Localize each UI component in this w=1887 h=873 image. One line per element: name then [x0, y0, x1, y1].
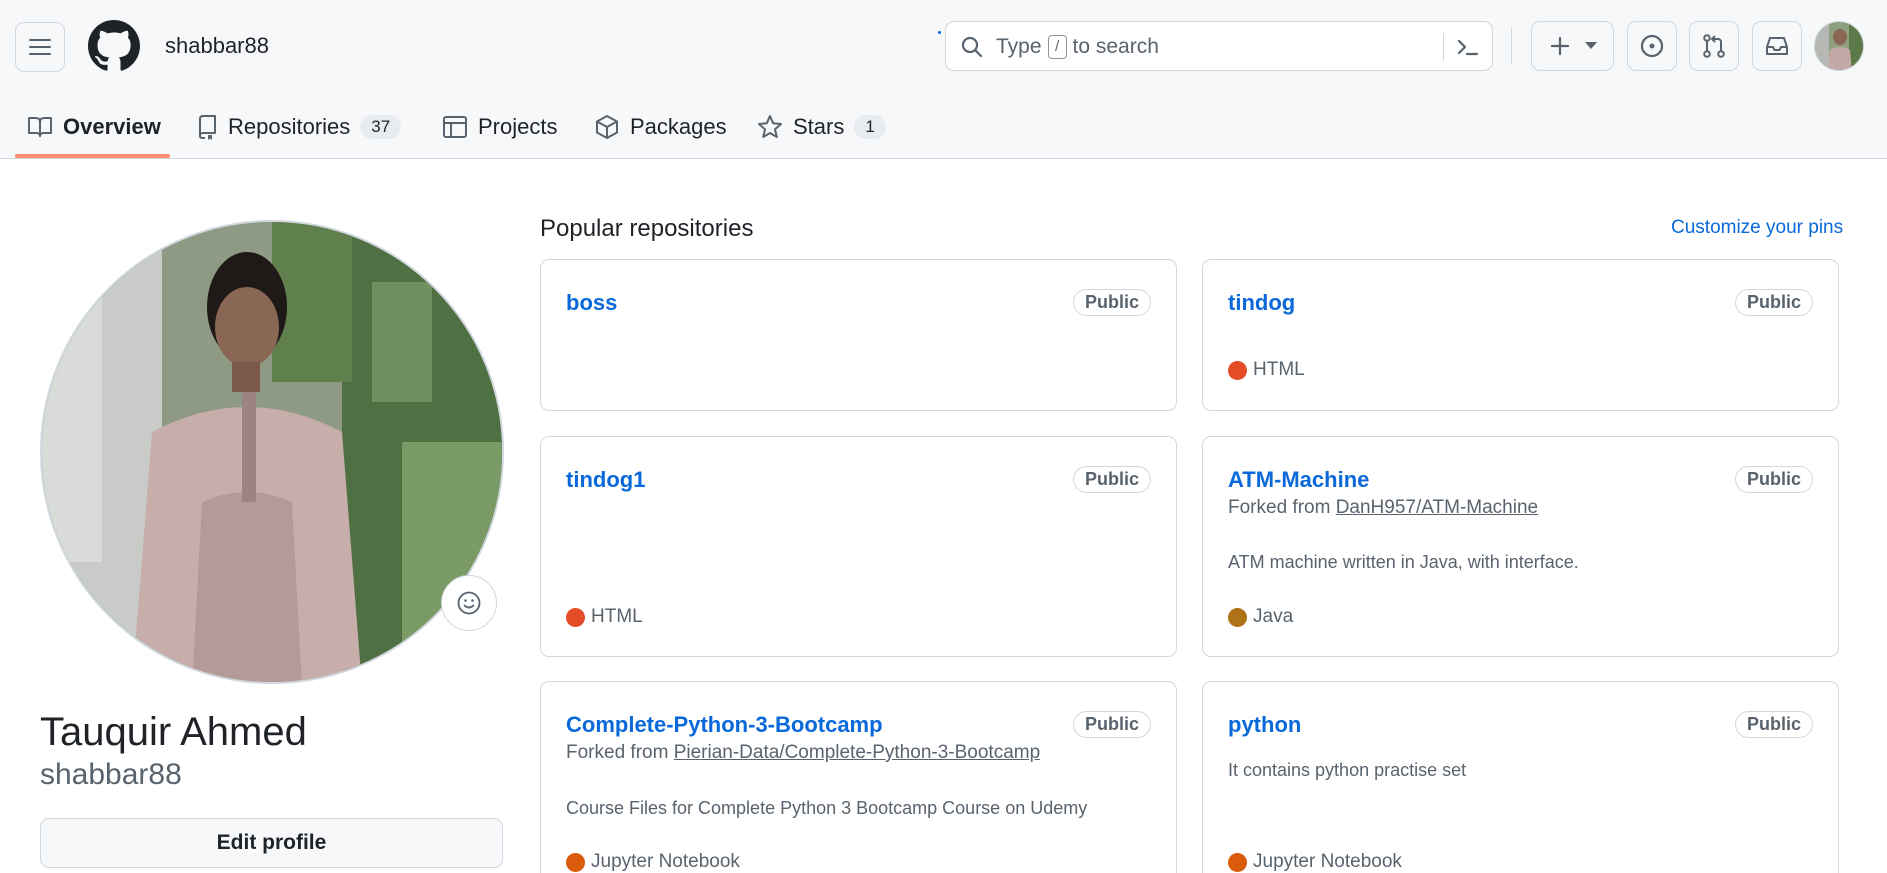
visibility-badge: Public	[1734, 289, 1813, 316]
visibility-badge: Public	[1734, 466, 1813, 493]
language-label: Java	[1253, 606, 1294, 627]
create-new-button[interactable]	[1531, 21, 1614, 71]
language-label: Jupyter Notebook	[591, 851, 740, 872]
language-label: HTML	[1253, 359, 1305, 380]
active-tab-underline	[15, 154, 170, 158]
language-color-dot	[566, 852, 585, 872]
profile-full-name: Tauquir Ahmed	[40, 710, 307, 754]
package-icon	[596, 115, 618, 139]
pull-requests-button[interactable]	[1689, 21, 1739, 71]
forked-from: Forked from DanH957/ATM-Machine	[1228, 497, 1538, 519]
language-color-dot	[1228, 607, 1247, 627]
search-prefix: Type	[996, 35, 1042, 58]
repo-language: Jupyter Notebook	[566, 851, 740, 873]
search-divider	[1443, 33, 1444, 61]
tab-repositories[interactable]: Repositories 37	[196, 96, 402, 158]
visibility-badge: Public	[1072, 289, 1151, 316]
header-username[interactable]: shabbar88	[165, 33, 269, 59]
repo-name-link[interactable]: python	[1228, 712, 1301, 738]
visibility-badge: Public	[1072, 466, 1151, 493]
repo-icon	[199, 115, 216, 140]
language-label: HTML	[591, 606, 643, 627]
repo-card: Complete-Python-3-Bootcamp Public Forked…	[540, 681, 1177, 873]
tab-overview-label: Overview	[63, 114, 161, 139]
repo-description: Course Files for Complete Python 3 Bootc…	[566, 798, 1088, 818]
search-shortcut-key: /	[1047, 35, 1067, 59]
search-placeholder: Type / to search	[996, 35, 1159, 59]
repo-language: HTML	[566, 606, 643, 628]
forked-prefix: Forked from	[1228, 497, 1331, 518]
search-icon	[961, 36, 983, 58]
global-header: shabbar88 Type / to search Overview Repo…	[0, 0, 1887, 159]
tab-packages-label: Packages	[630, 114, 727, 139]
inbox-icon	[1766, 37, 1788, 55]
stars-count-badge: 1	[854, 115, 886, 139]
repo-language: Jupyter Notebook	[1228, 851, 1402, 873]
set-status-button[interactable]	[441, 575, 497, 631]
repo-name-link[interactable]: boss	[566, 290, 617, 316]
repo-name-link[interactable]: ATM-Machine	[1228, 467, 1369, 493]
pull-requests-icon	[1703, 34, 1725, 58]
search-suffix: to search	[1072, 35, 1159, 58]
star-icon	[758, 115, 782, 138]
customize-pins-link[interactable]: Customize your pins	[1671, 217, 1843, 239]
visibility-badge: Public	[1734, 711, 1813, 738]
profile-photo	[42, 222, 502, 682]
tab-overview[interactable]: Overview	[27, 96, 161, 158]
forked-source-link[interactable]: DanH957/ATM-Machine	[1336, 497, 1538, 518]
tab-projects-label: Projects	[478, 114, 558, 139]
chevron-down-icon	[1584, 42, 1597, 49]
repo-name-link[interactable]: Complete-Python-3-Bootcamp	[566, 712, 883, 738]
forked-prefix: Forked from	[566, 742, 669, 763]
profile-avatar[interactable]	[40, 220, 504, 684]
repo-card: tindog1 Public HTML	[540, 436, 1177, 657]
user-avatar[interactable]	[1814, 21, 1864, 71]
repo-name-link[interactable]: tindog	[1228, 290, 1295, 316]
language-color-dot	[1228, 360, 1247, 380]
repo-name-link[interactable]: tindog1	[566, 467, 645, 493]
github-logo-icon[interactable]	[88, 20, 140, 72]
loading-indicator	[938, 31, 941, 34]
visibility-badge: Public	[1072, 711, 1151, 738]
header-separator	[1511, 28, 1512, 64]
language-color-dot	[1228, 852, 1247, 872]
tab-stars-label: Stars	[793, 114, 845, 139]
tab-stars[interactable]: Stars 1	[757, 96, 886, 158]
tab-projects[interactable]: Projects	[442, 96, 557, 158]
plus-icon	[1550, 36, 1569, 56]
inbox-button[interactable]	[1752, 21, 1802, 71]
issues-icon	[1640, 34, 1664, 58]
book-icon	[28, 117, 52, 137]
language-color-dot	[566, 607, 585, 627]
forked-from: Forked from Pierian-Data/Complete-Python…	[566, 742, 1040, 764]
hamburger-icon	[29, 39, 51, 55]
avatar-image	[1815, 22, 1863, 70]
language-label: Jupyter Notebook	[1253, 851, 1402, 872]
repo-language: Java	[1228, 606, 1293, 628]
command-palette-icon[interactable]	[1454, 33, 1482, 61]
tab-repositories-label: Repositories	[228, 114, 351, 139]
tab-packages[interactable]: Packages	[594, 96, 727, 158]
repositories-count-badge: 37	[360, 115, 402, 139]
repo-card: tindog Public HTML	[1202, 259, 1839, 411]
menu-button[interactable]	[15, 22, 65, 72]
smiley-icon	[457, 591, 481, 615]
profile-login: shabbar88	[40, 758, 182, 791]
popular-repositories-title: Popular repositories	[540, 215, 754, 242]
repo-card: python Public It contains python practis…	[1202, 681, 1839, 873]
table-icon	[443, 116, 467, 138]
repo-card: boss Public	[540, 259, 1177, 411]
repo-language: HTML	[1228, 359, 1305, 381]
repo-card: ATM-Machine Public Forked from DanH957/A…	[1202, 436, 1839, 657]
search-input[interactable]: Type / to search	[945, 21, 1493, 71]
forked-source-link[interactable]: Pierian-Data/Complete-Python-3-Bootcamp	[674, 742, 1040, 763]
edit-profile-button[interactable]: Edit profile	[40, 818, 503, 868]
repo-description: It contains python practise set	[1228, 760, 1467, 780]
issues-button[interactable]	[1627, 21, 1677, 71]
repo-description: ATM machine written in Java, with interf…	[1228, 552, 1579, 572]
